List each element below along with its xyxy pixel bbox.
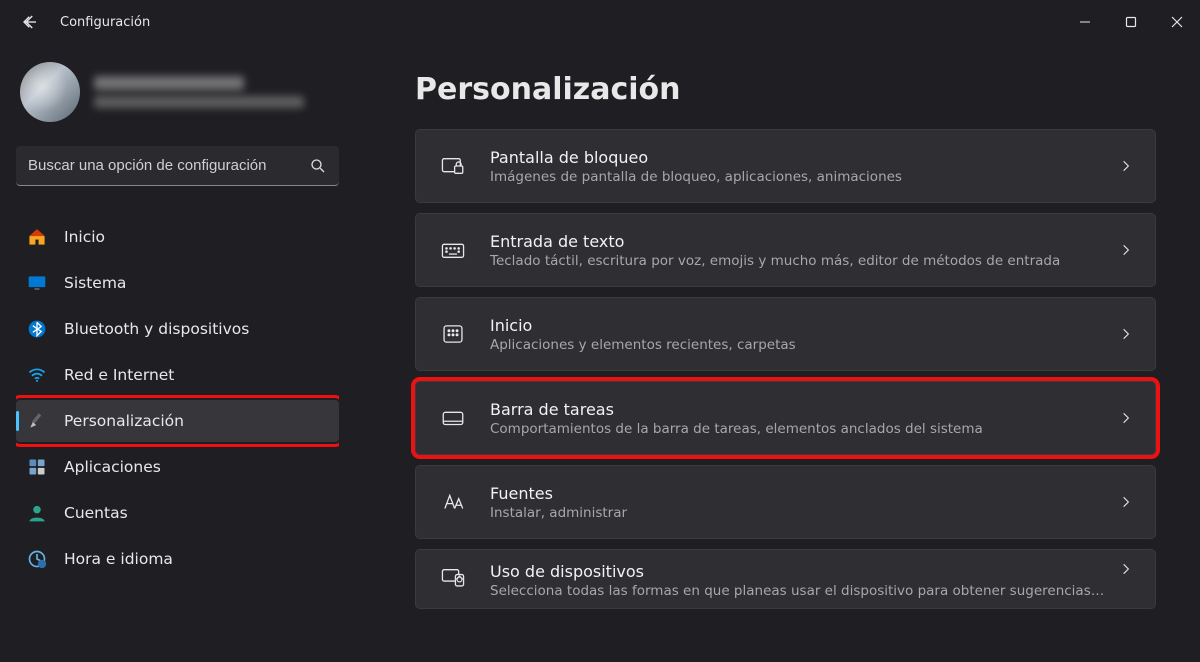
taskbar-icon [438, 403, 468, 433]
window-title: Configuración [60, 15, 150, 30]
card-fuentes[interactable]: Fuentes Instalar, administrar [415, 465, 1156, 539]
card-entrada-de-texto[interactable]: Entrada de texto Teclado táctil, escritu… [415, 213, 1156, 287]
sidebar-item-label: Cuentas [64, 504, 128, 522]
card-title: Fuentes [490, 484, 1107, 503]
minimize-button[interactable] [1062, 0, 1108, 44]
maximize-button[interactable] [1108, 0, 1154, 44]
chevron-right-icon [1119, 327, 1133, 341]
card-subtitle: Teclado táctil, escritura por voz, emoji… [490, 253, 1107, 269]
sidebar-item-label: Sistema [64, 274, 126, 292]
card-title: Entrada de texto [490, 232, 1107, 251]
card-subtitle: Imágenes de pantalla de bloqueo, aplicac… [490, 169, 1107, 185]
sidebar-item-red[interactable]: Red e Internet [16, 354, 339, 396]
search-input[interactable] [28, 157, 309, 174]
apps-icon [26, 456, 48, 478]
back-button[interactable] [12, 4, 48, 40]
card-subtitle: Aplicaciones y elementos recientes, carp… [490, 337, 1107, 353]
home-icon [26, 226, 48, 248]
card-subtitle: Selecciona todas las formas en que plane… [490, 583, 1107, 599]
profile-block[interactable] [16, 56, 339, 140]
person-icon [26, 502, 48, 524]
card-inicio[interactable]: Inicio Aplicaciones y elementos reciente… [415, 297, 1156, 371]
card-pantalla-de-bloqueo[interactable]: Pantalla de bloqueo Imágenes de pantalla… [415, 129, 1156, 203]
card-barra-de-tareas[interactable]: Barra de tareas Comportamientos de la ba… [415, 381, 1156, 455]
page-title: Personalización [415, 72, 1156, 107]
maximize-icon [1125, 16, 1137, 28]
lockscreen-icon [438, 151, 468, 181]
start-grid-icon [438, 319, 468, 349]
sidebar-item-personalizacion[interactable]: Personalización [16, 400, 339, 442]
search-icon [309, 157, 327, 175]
sidebar-item-cuentas[interactable]: Cuentas [16, 492, 339, 534]
chevron-right-icon [1119, 562, 1133, 576]
sidebar-item-sistema[interactable]: Sistema [16, 262, 339, 304]
keyboard-icon [438, 235, 468, 265]
card-subtitle: Instalar, administrar [490, 505, 1107, 521]
window-controls [1062, 0, 1200, 44]
main-content: Personalización Pantalla de bloqueo Imág… [355, 44, 1200, 662]
sidebar: Inicio Sistema Bluetooth y dispositivos … [0, 44, 355, 662]
sidebar-item-label: Red e Internet [64, 366, 174, 384]
close-icon [1171, 16, 1183, 28]
search-box[interactable] [16, 146, 339, 186]
sidebar-item-label: Bluetooth y dispositivos [64, 320, 249, 338]
titlebar: Configuración [0, 0, 1200, 44]
avatar [20, 62, 80, 122]
paintbrush-icon [26, 410, 48, 432]
sidebar-item-hora[interactable]: Hora e idioma [16, 538, 339, 580]
sidebar-item-label: Aplicaciones [64, 458, 161, 476]
profile-text [94, 76, 304, 108]
card-title: Pantalla de bloqueo [490, 148, 1107, 167]
sidebar-item-label: Personalización [64, 412, 184, 430]
monitor-icon [26, 272, 48, 294]
chevron-right-icon [1119, 159, 1133, 173]
card-title: Inicio [490, 316, 1107, 335]
card-subtitle: Comportamientos de la barra de tareas, e… [490, 421, 1107, 437]
bluetooth-icon [26, 318, 48, 340]
device-usage-icon [438, 562, 468, 592]
arrow-left-icon [21, 13, 39, 31]
sidebar-item-label: Hora e idioma [64, 550, 173, 568]
clock-globe-icon [26, 548, 48, 570]
sidebar-item-inicio[interactable]: Inicio [16, 216, 339, 258]
minimize-icon [1079, 16, 1091, 28]
close-button[interactable] [1154, 0, 1200, 44]
wifi-icon [26, 364, 48, 386]
nav-list: Inicio Sistema Bluetooth y dispositivos … [16, 216, 339, 580]
sidebar-item-bluetooth[interactable]: Bluetooth y dispositivos [16, 308, 339, 350]
card-uso-de-dispositivos[interactable]: Uso de dispositivos Selecciona todas las… [415, 549, 1156, 609]
chevron-right-icon [1119, 411, 1133, 425]
chevron-right-icon [1119, 243, 1133, 257]
fonts-icon [438, 487, 468, 517]
card-title: Uso de dispositivos [490, 562, 1107, 581]
card-title: Barra de tareas [490, 400, 1107, 419]
settings-card-list: Pantalla de bloqueo Imágenes de pantalla… [415, 129, 1156, 609]
sidebar-item-label: Inicio [64, 228, 105, 246]
chevron-right-icon [1119, 495, 1133, 509]
sidebar-item-aplicaciones[interactable]: Aplicaciones [16, 446, 339, 488]
